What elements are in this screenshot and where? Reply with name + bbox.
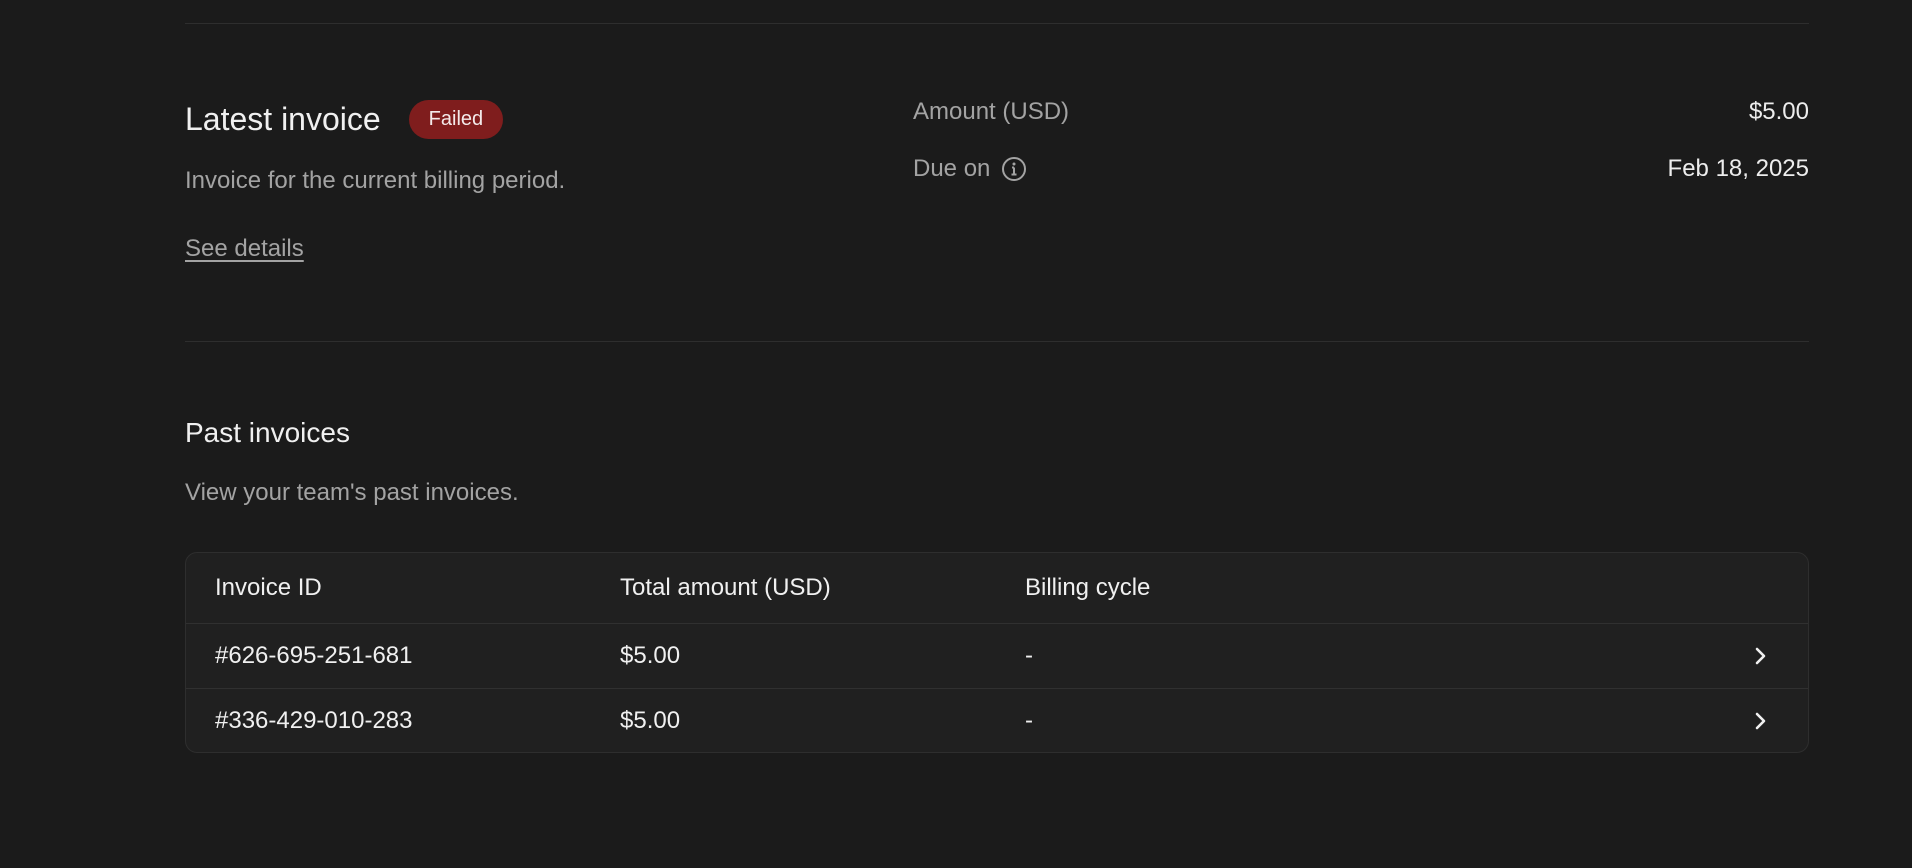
info-icon[interactable] bbox=[1001, 156, 1027, 182]
billing-cycle-cell: - bbox=[1025, 642, 1033, 669]
past-invoices-description: View your team's past invoices. bbox=[185, 479, 519, 506]
see-details-link[interactable]: See details bbox=[185, 235, 304, 263]
column-header-total-amount: Total amount (USD) bbox=[620, 574, 831, 601]
table-row[interactable]: #626-695-251-681 $5.00 - bbox=[186, 624, 1808, 688]
amount-row: Amount (USD) $5.00 bbox=[913, 92, 1809, 132]
chevron-right-icon[interactable] bbox=[1748, 646, 1772, 666]
invoice-id-cell: #626-695-251-681 bbox=[215, 642, 413, 669]
latest-invoice-description: Invoice for the current billing period. bbox=[185, 167, 566, 194]
total-amount-cell: $5.00 bbox=[620, 642, 681, 669]
column-header-invoice-id: Invoice ID bbox=[215, 574, 322, 601]
table-row[interactable]: #336-429-010-283 $5.00 - bbox=[186, 688, 1808, 752]
past-invoices-section: Past invoices View your team's past invo… bbox=[185, 413, 1809, 507]
top-divider bbox=[185, 23, 1809, 24]
amount-label: Amount (USD) bbox=[913, 98, 1070, 125]
invoice-summary: Amount (USD) $5.00 Due on Feb 18, 2025 bbox=[913, 92, 1809, 206]
section-divider bbox=[185, 341, 1809, 342]
chevron-right-icon[interactable] bbox=[1748, 711, 1772, 731]
past-invoices-title: Past invoices bbox=[185, 417, 350, 448]
column-header-billing-cycle: Billing cycle bbox=[1025, 574, 1151, 601]
status-badge: Failed bbox=[408, 99, 504, 139]
latest-invoice-title: Latest invoice bbox=[185, 100, 381, 137]
table-header: Invoice ID Total amount (USD) Billing cy… bbox=[186, 553, 1808, 624]
invoice-id-cell: #336-429-010-283 bbox=[215, 706, 413, 734]
billing-cycle-cell: - bbox=[1025, 706, 1033, 734]
amount-value: $5.00 bbox=[1748, 98, 1809, 125]
due-label: Due on bbox=[913, 155, 991, 182]
total-amount-cell: $5.00 bbox=[620, 706, 681, 734]
due-row: Due on Feb 18, 2025 bbox=[913, 149, 1809, 189]
due-label-group: Due on bbox=[913, 155, 1027, 183]
past-invoices-table: Invoice ID Total amount (USD) Billing cy… bbox=[185, 552, 1809, 753]
due-value: Feb 18, 2025 bbox=[1667, 155, 1809, 182]
